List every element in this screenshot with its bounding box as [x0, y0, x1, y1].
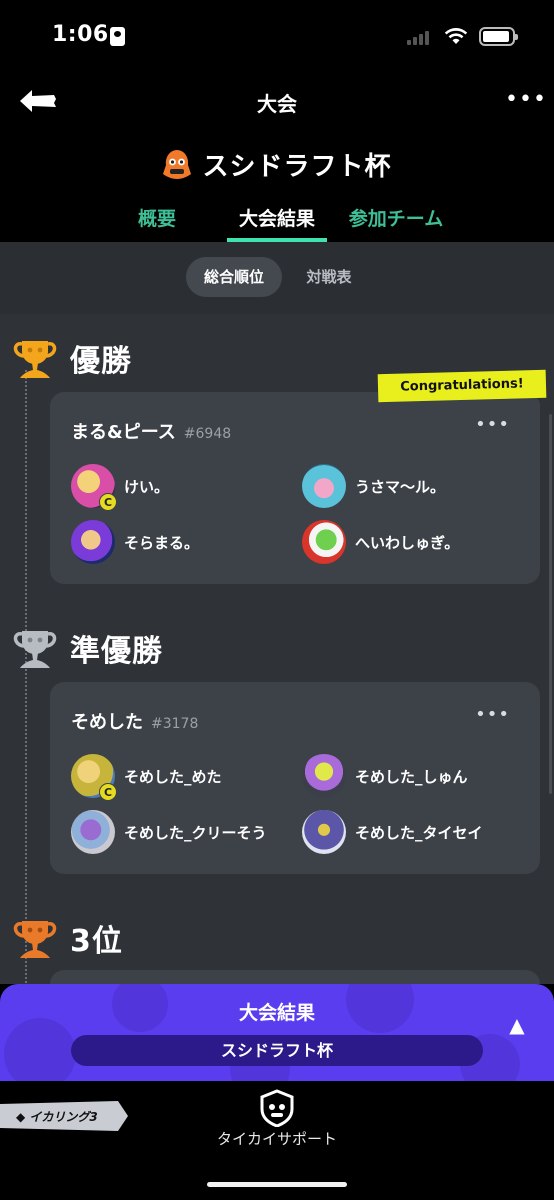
- signal-icon: [407, 29, 433, 45]
- member-item[interactable]: そめした_タイセイ: [302, 810, 483, 854]
- support-label[interactable]: タイカイサポート: [0, 1128, 554, 1149]
- subtab-bar: 総合順位 対戦表: [0, 242, 554, 314]
- tournament-title-row: スシドラフト杯: [0, 144, 554, 184]
- results-list[interactable]: 優勝 まる&ピース #6948 ••• C けい。 うさマ〜ル。 そらまる。 へ…: [0, 314, 554, 984]
- avatar: [71, 810, 115, 854]
- more-options-icon[interactable]: •••: [505, 89, 546, 111]
- avatar: [302, 810, 346, 854]
- captain-badge: C: [99, 783, 117, 801]
- member-item[interactable]: そめした_しゅん: [302, 754, 468, 798]
- member-name: うさマ〜ル。: [355, 477, 446, 496]
- bronze-trophy-icon: [13, 921, 57, 958]
- avatar: [302, 520, 346, 564]
- member-item[interactable]: そめした_クリーそう: [71, 810, 267, 854]
- member-name: そらまる。: [124, 533, 200, 552]
- expand-up-icon[interactable]: ▲: [506, 1014, 528, 1036]
- tab-overview[interactable]: 概要: [137, 204, 177, 231]
- team-name: そめした #3178: [71, 712, 199, 733]
- member-item[interactable]: うさマ〜ル。: [302, 464, 445, 508]
- team-card-winner[interactable]: まる&ピース #6948 ••• C けい。 うさマ〜ル。 そらまる。 へいわし…: [50, 392, 540, 584]
- member-name: そめした_しゅん: [355, 767, 468, 786]
- place-label: 準優勝: [70, 634, 163, 669]
- team-card-runner-up[interactable]: そめした #3178 ••• C そめした_めた そめした_しゅん そめした_クリ…: [50, 682, 540, 874]
- status-time: 1:06: [52, 22, 109, 47]
- team-card-third[interactable]: [50, 970, 540, 984]
- team-tag: #6948: [183, 426, 232, 442]
- tab-results[interactable]: 大会結果: [228, 204, 326, 231]
- congratulations-badge: Congratulations!: [377, 369, 547, 403]
- subtab-bracket[interactable]: 対戦表: [290, 257, 368, 297]
- captain-badge: C: [99, 493, 117, 511]
- wifi-icon: [444, 28, 468, 44]
- place-heading-first: 優勝: [10, 334, 132, 382]
- results-summary-bar[interactable]: 大会結果 スシドラフト杯 ▲: [0, 984, 554, 1081]
- member-item[interactable]: C けい。: [71, 464, 170, 511]
- place-label: 優勝: [70, 344, 132, 379]
- support-icon[interactable]: [259, 1089, 295, 1127]
- gold-trophy-icon: [13, 341, 57, 378]
- team-more-icon[interactable]: •••: [475, 704, 510, 725]
- place-heading-second: 準優勝: [10, 624, 163, 672]
- results-bar-title: 大会結果: [238, 1002, 315, 1024]
- tournament-name: スシドラフト杯: [202, 151, 392, 182]
- avatar: [71, 520, 115, 564]
- bottom-nav: ◆ イカリング3 タイカイサポート: [0, 1081, 554, 1200]
- member-item[interactable]: C そめした_めた: [71, 754, 222, 801]
- place-label: 3位: [70, 924, 123, 959]
- team-name: まる&ピース #6948: [71, 422, 232, 443]
- subtab-overall-ranking[interactable]: 総合順位: [186, 257, 282, 297]
- member-name: けい。: [124, 477, 170, 496]
- team-more-icon[interactable]: •••: [475, 414, 510, 435]
- silver-trophy-icon: [13, 631, 57, 668]
- main-tabs: 概要 大会結果 参加チーム: [0, 200, 554, 242]
- results-bar-tournament: スシドラフト杯: [71, 1035, 483, 1066]
- tournament-emblem-icon: [163, 150, 192, 179]
- timeline-line: [25, 370, 27, 984]
- avatar: C: [71, 754, 117, 801]
- avatar: [302, 754, 346, 798]
- battery-icon: [479, 27, 518, 46]
- tab-teams[interactable]: 参加チーム: [346, 204, 446, 231]
- splatnet-label: ◆ イカリング3: [16, 1110, 98, 1124]
- avatar: C: [71, 464, 117, 511]
- team-tag: #3178: [151, 716, 199, 732]
- member-name: そめした_タイセイ: [355, 823, 483, 842]
- member-item[interactable]: へいわしゅぎ。: [302, 520, 459, 564]
- id-card-icon: [110, 27, 125, 46]
- home-indicator: [207, 1182, 347, 1187]
- member-name: そめした_めた: [124, 767, 222, 786]
- place-heading-third: 3位: [10, 914, 123, 962]
- splatnet-link[interactable]: ◆ イカリング3: [0, 1101, 128, 1131]
- member-name: そめした_クリーそう: [124, 823, 267, 842]
- status-bar: 1:06: [0, 0, 554, 78]
- member-name: へいわしゅぎ。: [355, 533, 460, 552]
- app-header: 大会 ••• スシドラフト杯 概要 大会結果 参加チーム: [0, 78, 554, 242]
- header-title: 大会: [257, 92, 297, 116]
- scrollbar[interactable]: [549, 414, 552, 794]
- member-item[interactable]: そらまる。: [71, 520, 199, 564]
- avatar: [302, 464, 346, 508]
